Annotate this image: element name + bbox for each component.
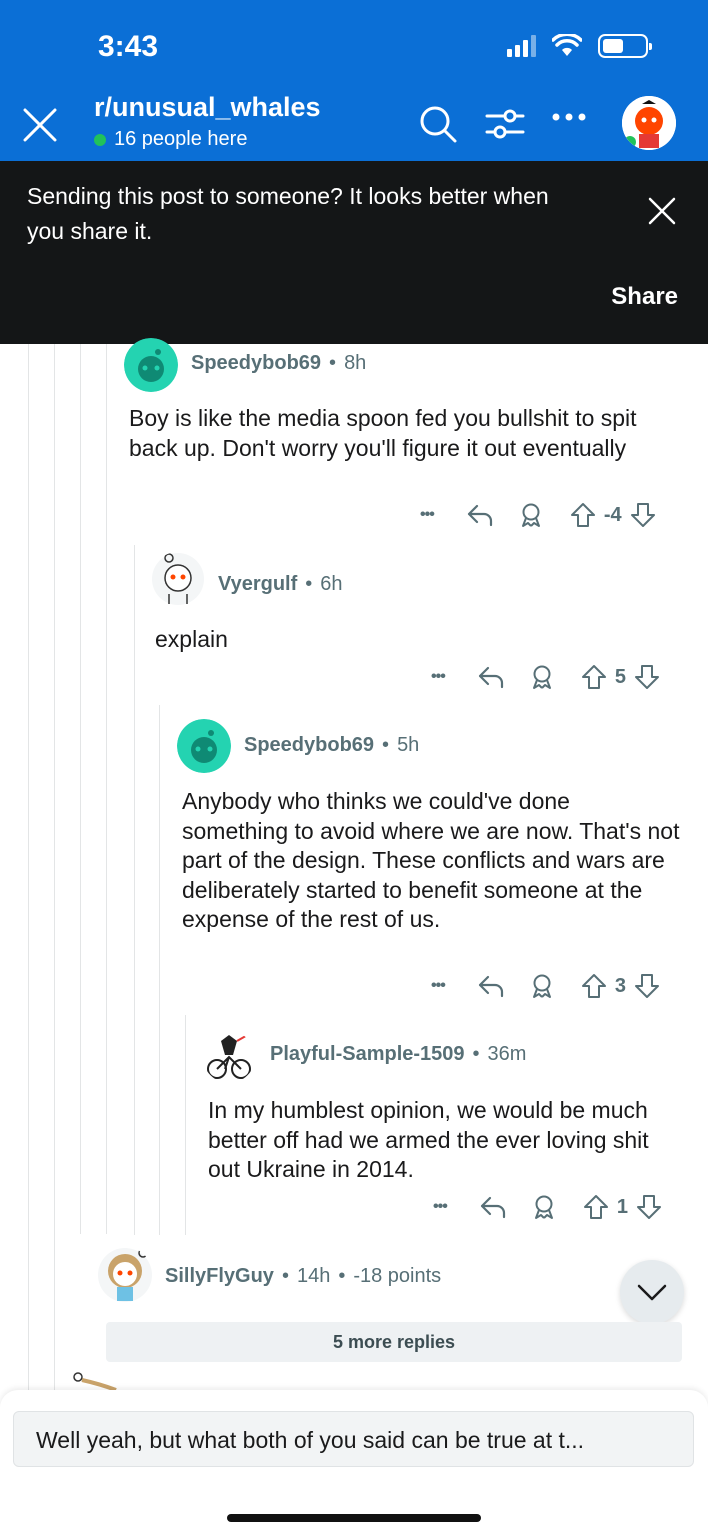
award-icon[interactable] — [529, 664, 555, 690]
vote-score: -4 — [603, 503, 622, 526]
online-dot-icon — [94, 133, 106, 146]
signal-icon — [507, 35, 536, 57]
upvote-icon[interactable] — [581, 973, 607, 999]
downvote-icon[interactable] — [630, 502, 656, 528]
downvote-icon[interactable] — [634, 973, 660, 999]
comment-author[interactable]: Speedybob69 — [191, 352, 321, 375]
home-indicator[interactable] — [227, 1514, 481, 1522]
thread-line — [134, 545, 135, 1235]
subreddit-name[interactable]: r/unusual_whales — [94, 92, 321, 123]
comment-header: SillyFlyGuy • 14h • -18 points — [165, 1265, 442, 1288]
share-button[interactable]: Share — [611, 283, 678, 311]
upvote-icon[interactable] — [583, 1194, 609, 1220]
thread-line — [28, 344, 29, 1390]
avatar[interactable] — [151, 552, 205, 606]
more-icon[interactable]: ••• — [431, 668, 446, 686]
filter-icon[interactable] — [485, 104, 525, 144]
banner-close-icon[interactable] — [648, 197, 676, 225]
more-icon[interactable] — [552, 112, 586, 122]
close-icon[interactable] — [22, 107, 58, 143]
avatar[interactable] — [203, 1031, 255, 1083]
reply-icon[interactable] — [466, 503, 494, 527]
comment-author[interactable]: Playful-Sample-1509 — [270, 1043, 465, 1066]
comment-body: explain — [155, 626, 228, 652]
comment-age: 8h — [344, 352, 367, 374]
more-replies-button[interactable]: 5 more replies — [106, 1322, 682, 1362]
more-icon[interactable]: ••• — [420, 506, 435, 524]
user-avatar[interactable] — [622, 96, 676, 150]
upvote-icon[interactable] — [570, 502, 596, 528]
comment-age: 36m — [487, 1043, 527, 1065]
comment-body: Boy is like the media spoon fed you bull… — [129, 405, 637, 461]
vote-score: 1 — [616, 1195, 628, 1218]
vote-score: 5 — [614, 665, 626, 688]
comment-header: Playful-Sample-1509 • 36m — [270, 1043, 527, 1066]
reply-input[interactable]: Well yeah, but what both of you said can… — [13, 1411, 694, 1467]
comment-body: Anybody who thinks we could've done some… — [182, 788, 680, 932]
thread-line — [159, 705, 160, 1235]
battery-icon — [598, 34, 652, 58]
award-icon[interactable] — [518, 502, 544, 528]
comment-age: 14h — [296, 1265, 331, 1287]
avatar[interactable] — [97, 1247, 153, 1303]
upvote-icon[interactable] — [581, 664, 607, 690]
comment-age: 6h — [320, 573, 343, 595]
thread-line — [106, 344, 107, 1234]
comment-points: -18 points — [353, 1265, 442, 1287]
comment-actions: ••• 3 — [431, 973, 660, 999]
comment-author[interactable]: Vyergulf — [218, 573, 297, 596]
comment-actions: ••• -4 — [420, 502, 656, 528]
comment-age: 5h — [397, 734, 420, 756]
thread-line — [185, 1015, 186, 1235]
downvote-icon[interactable] — [636, 1194, 662, 1220]
more-icon[interactable]: ••• — [431, 977, 446, 995]
award-icon[interactable] — [529, 973, 555, 999]
online-label: 16 people here — [114, 128, 248, 150]
thread-line — [80, 344, 81, 1234]
reply-icon[interactable] — [479, 1195, 507, 1219]
more-icon[interactable]: ••• — [433, 1198, 448, 1216]
thread-line — [54, 344, 55, 1390]
app-header: 3:43 r/unusual_whales 16 people here — [0, 0, 708, 161]
share-banner-text: Sending this post to someone? It looks b… — [27, 183, 549, 244]
comment-body: In my humblest opinion, we would be much… — [208, 1097, 649, 1182]
comment-header: Speedybob69 • 8h — [191, 352, 367, 375]
avatar[interactable] — [124, 338, 178, 392]
comment-actions: ••• 5 — [431, 664, 660, 690]
award-icon[interactable] — [531, 1194, 557, 1220]
online-count: 16 people here — [94, 128, 247, 151]
reply-icon[interactable] — [477, 974, 505, 998]
chevron-down-icon — [637, 1284, 667, 1301]
search-icon[interactable] — [418, 104, 458, 144]
status-icons — [507, 34, 652, 58]
avatar-partial — [73, 1372, 117, 1392]
avatar[interactable] — [177, 719, 231, 773]
vote-score: 3 — [614, 974, 626, 997]
share-banner: Sending this post to someone? It looks b… — [0, 161, 708, 344]
comment-header: Speedybob69 • 5h — [244, 734, 420, 757]
downvote-icon[interactable] — [634, 664, 660, 690]
wifi-icon — [552, 34, 582, 56]
comment-author[interactable]: SillyFlyGuy — [165, 1265, 274, 1288]
reply-icon[interactable] — [477, 665, 505, 689]
comment-actions: ••• 1 — [433, 1194, 662, 1220]
comment-author[interactable]: Speedybob69 — [244, 734, 374, 757]
scroll-down-button[interactable] — [620, 1260, 684, 1324]
status-time: 3:43 — [98, 30, 159, 63]
comment-header: Vyergulf • 6h — [218, 573, 343, 596]
